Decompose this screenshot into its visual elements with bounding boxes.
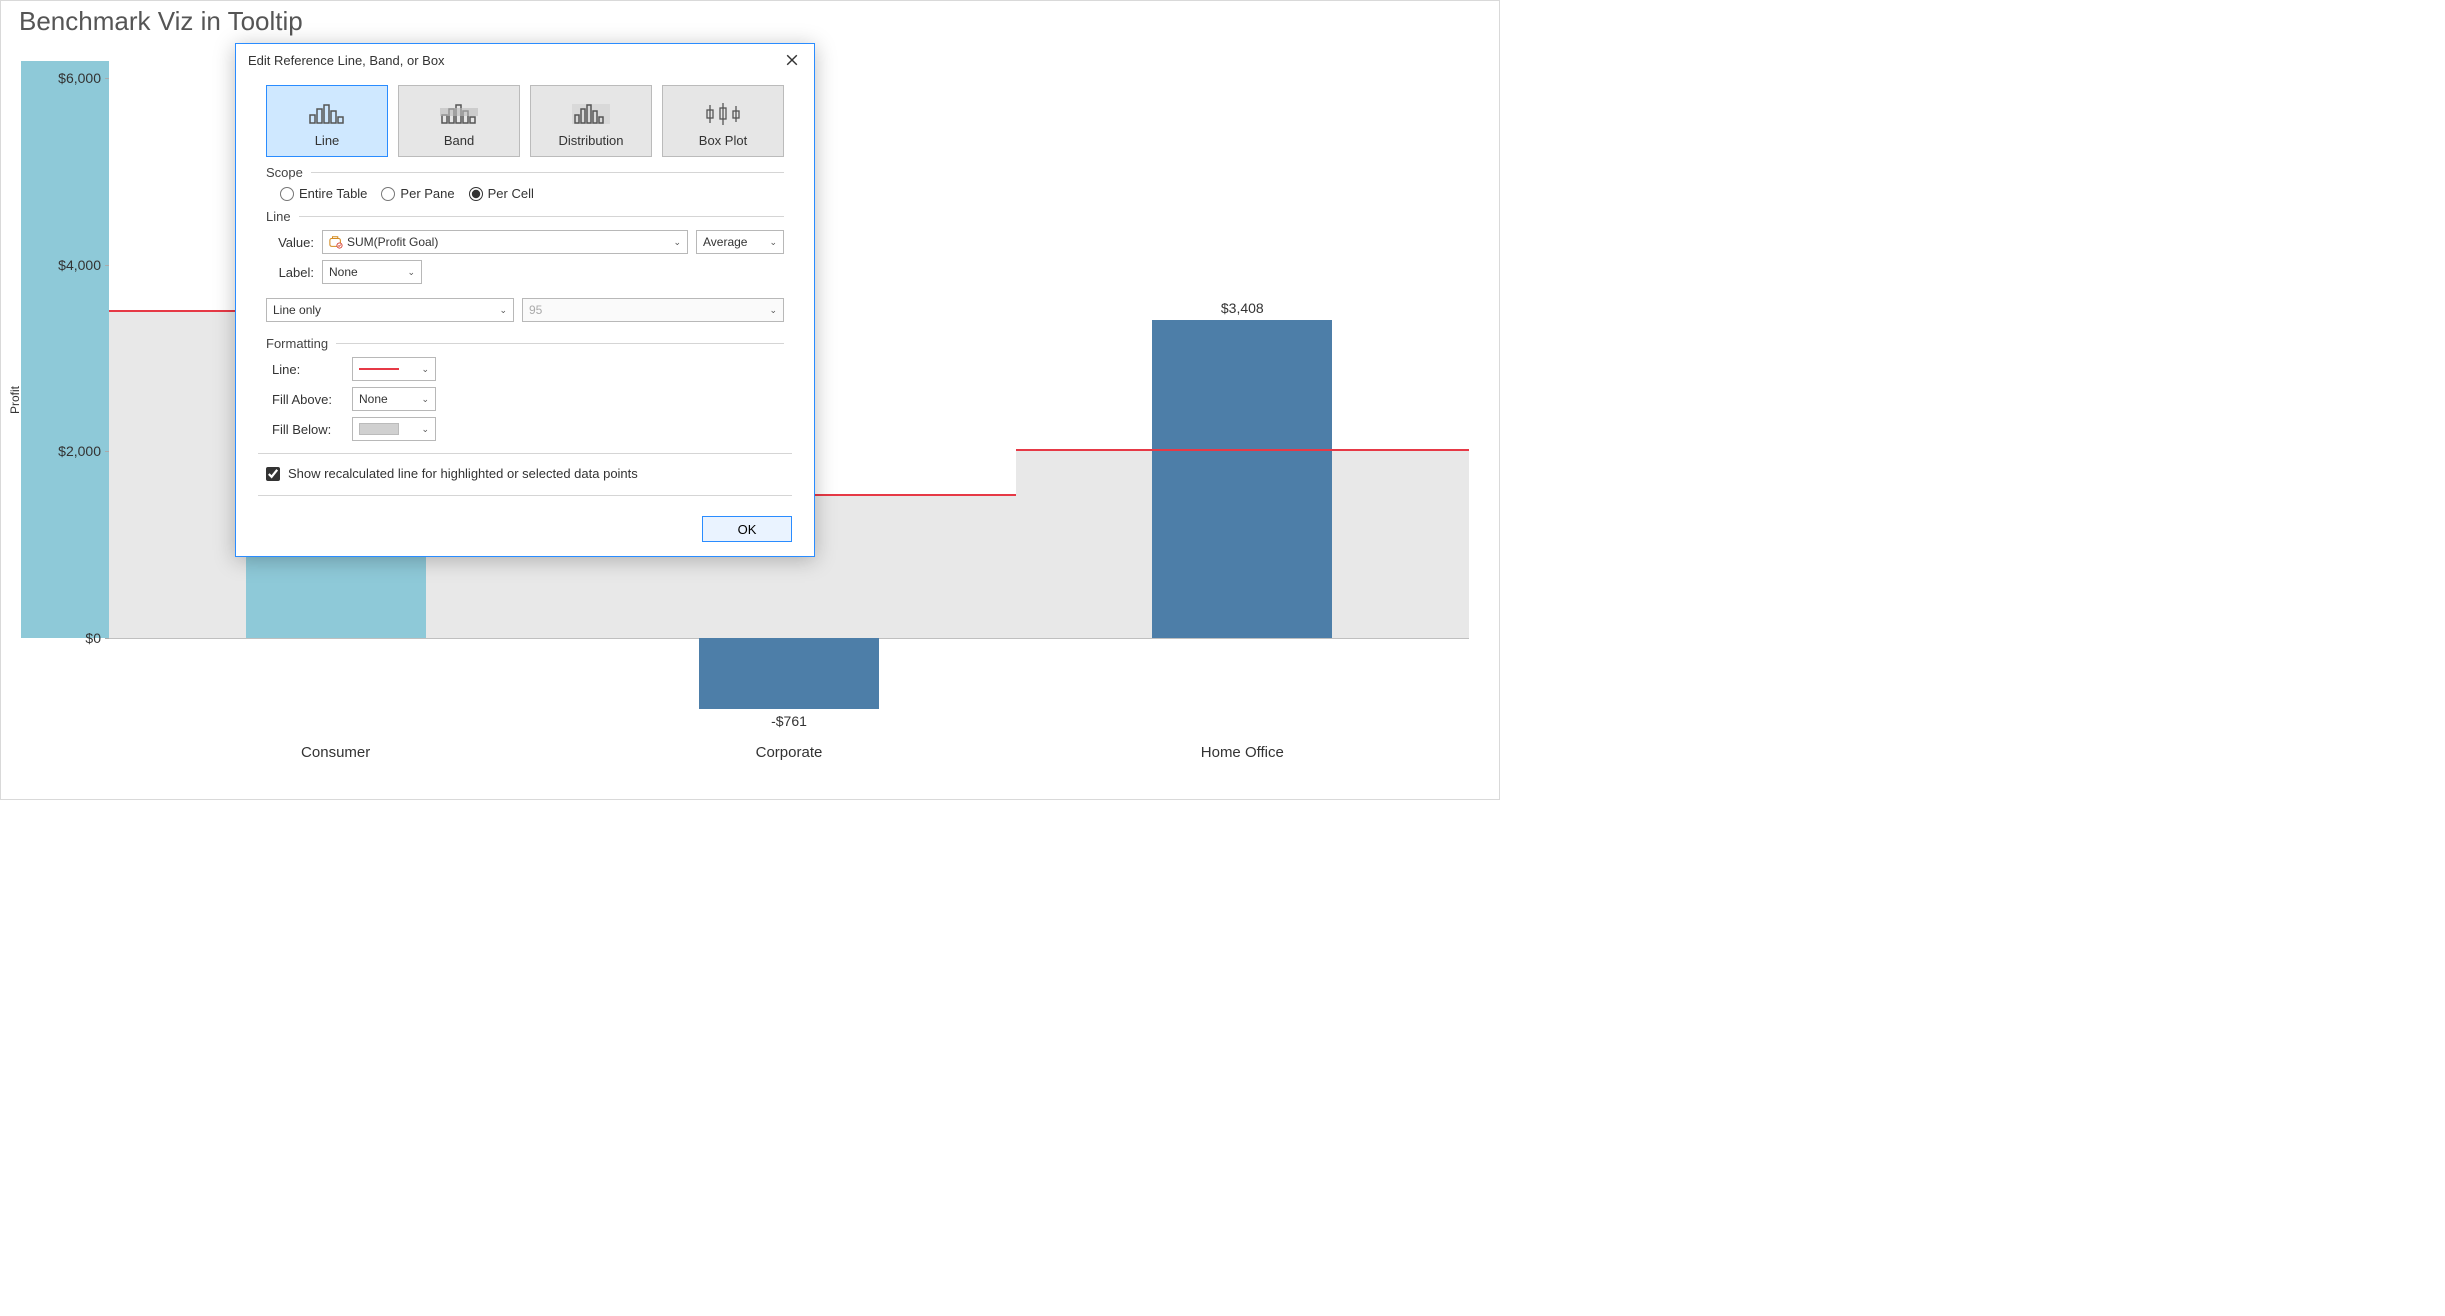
edit-reference-line-dialog: Edit Reference Line, Band, or Box LineBa… xyxy=(235,43,815,557)
label-label: Label: xyxy=(272,265,314,280)
workspace: Benchmark Viz in Tooltip Profit $6,000 $4… xyxy=(0,0,1500,800)
formatting-header: Formatting xyxy=(266,336,328,351)
fill-above-select[interactable]: None⌄ xyxy=(352,387,436,411)
confidence-select: 95⌄ xyxy=(522,298,784,322)
y-tick-label: $0 xyxy=(49,630,101,646)
dialog-title: Edit Reference Line, Band, or Box xyxy=(248,53,445,68)
value-label: -$761 xyxy=(771,713,807,729)
bar-previous-pane xyxy=(21,61,109,638)
close-button[interactable] xyxy=(780,50,804,71)
scope-radio-per-pane[interactable]: Per Pane xyxy=(381,186,454,201)
refline-type-tab-line[interactable]: Line xyxy=(266,85,388,157)
y-axis-label: Profit xyxy=(8,386,22,414)
y-tick-label: $2,000 xyxy=(49,443,101,459)
line-only-select[interactable]: Line only⌄ xyxy=(266,298,514,322)
chart-cell: $3,408Home Office xyxy=(1016,41,1469,731)
line-header: Line xyxy=(266,209,291,224)
scope-radio-entire-table[interactable]: Entire Table xyxy=(280,186,367,201)
value-aggregation-select[interactable]: Average⌄ xyxy=(696,230,784,254)
ok-button[interactable]: OK xyxy=(702,516,792,542)
bar[interactable] xyxy=(1152,320,1332,638)
category-label: Consumer xyxy=(301,744,370,761)
scope-header: Scope xyxy=(266,165,303,180)
refline-type-tab-band[interactable]: Band xyxy=(398,85,520,157)
reference-line xyxy=(1016,449,1469,451)
fill-below-label: Fill Below: xyxy=(272,422,344,437)
y-tick-label: $4,000 xyxy=(49,257,101,273)
scope-radio-per-cell[interactable]: Per Cell xyxy=(469,186,534,201)
show-recalc-checkbox[interactable]: Show recalculated line for highlighted o… xyxy=(266,464,784,489)
field-icon xyxy=(329,235,343,249)
label-select[interactable]: None⌄ xyxy=(322,260,422,284)
refline-type-tab-box-plot[interactable]: Box Plot xyxy=(662,85,784,157)
y-tick-label: $6,000 xyxy=(49,70,101,86)
category-label: Home Office xyxy=(1201,744,1284,761)
fill-below-select[interactable]: ⌄ xyxy=(352,417,436,441)
fill-above-label: Fill Above: xyxy=(272,392,344,407)
value-label: $3,408 xyxy=(1221,300,1264,316)
close-icon xyxy=(786,54,798,66)
category-label: Corporate xyxy=(756,744,823,761)
line-style-select[interactable]: ⌄ xyxy=(352,357,436,381)
bar[interactable] xyxy=(699,638,879,709)
refline-type-tab-distribution[interactable]: Distribution xyxy=(530,85,652,157)
value-field-select[interactable]: SUM(Profit Goal)⌄ xyxy=(322,230,688,254)
chart-title: Benchmark Viz in Tooltip xyxy=(19,6,303,37)
value-label: Value: xyxy=(272,235,314,250)
line-style-label: Line: xyxy=(272,362,344,377)
